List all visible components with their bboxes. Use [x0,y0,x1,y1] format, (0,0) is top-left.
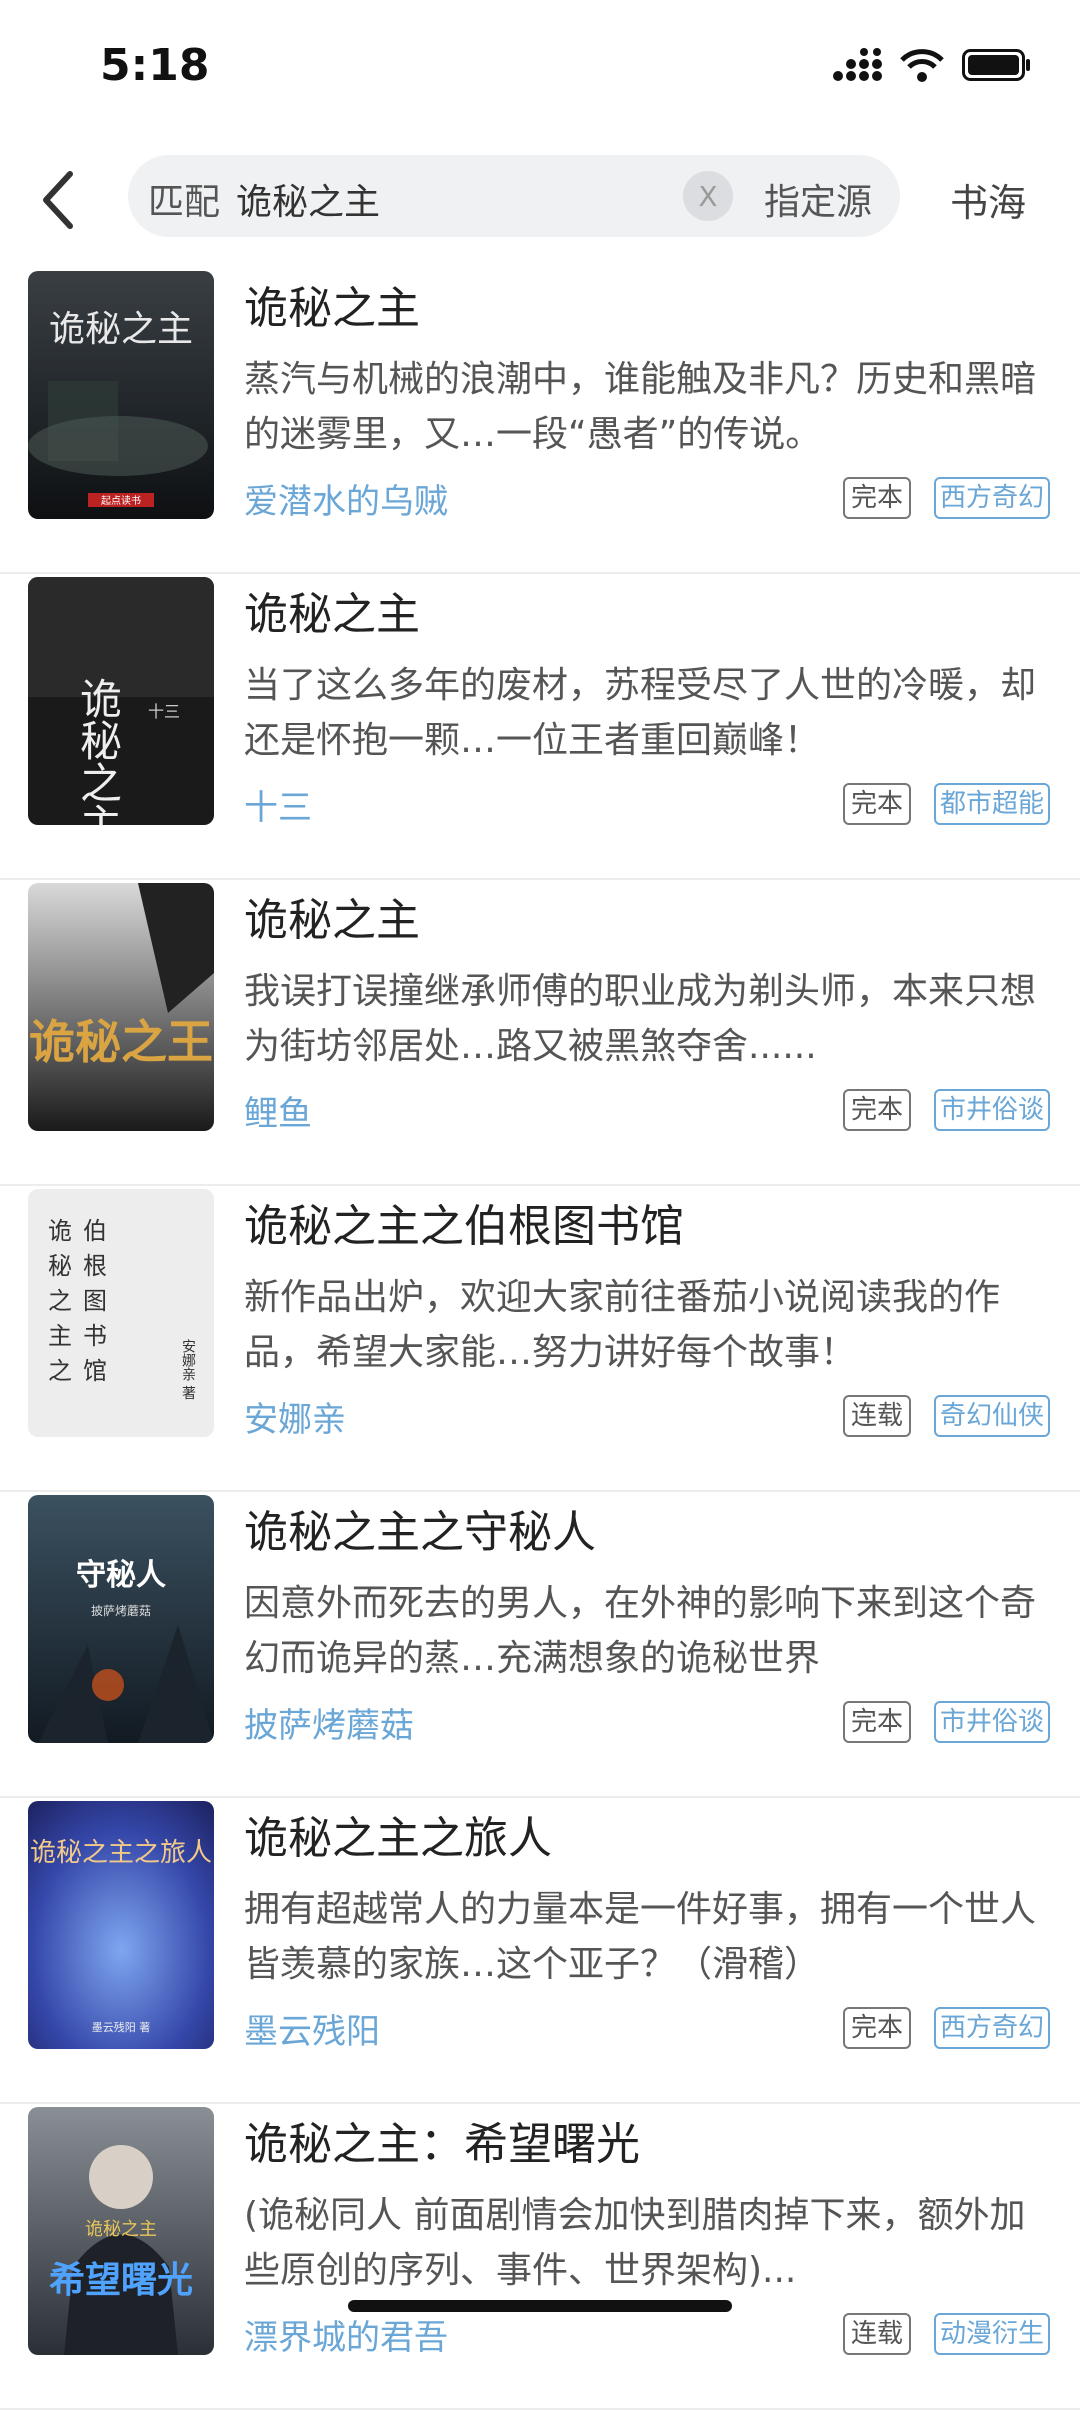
cover-title: 诡秘之主之旅人 [30,1838,212,1868]
book-title: 诡秘之主之守秘人 [244,1507,596,1558]
status-icons [832,48,1032,86]
book-item[interactable]: 诡秘之王 诡秘之主 我误打误撞继承师傅的职业成为剃头师，本来只想为街坊邻居处…路… [0,880,1080,1186]
book-description: 拥有超越常人的力量本是一件好事，拥有一个世人皆羡慕的家族…这个亚子？（滑稽） [244,1889,1037,1985]
cover-series: 诡秘之主 [85,2219,157,2240]
book-item[interactable]: 守秘人 披萨烤蘑菇 诡秘之主之守秘人 因意外而死去的男人，在外神的影响下来到这个… [0,1492,1080,1798]
book-author[interactable]: 披萨烤蘑菇 [244,1698,414,1747]
status-bar: 5:18 [0,0,1080,130]
status-badge: 连载 [843,1395,912,1437]
search-match-prefix: 匹配 [148,182,221,223]
book-title: 诡秘之主 [244,283,420,334]
book-description: 当了这么多年的废材，苏程受尽了人世的冷暖，却还是怀抱一颗…一位王者重回巅峰！ [244,665,1037,761]
specify-source-button[interactable]: 指定源 [764,173,872,225]
book-cover: 守秘人 披萨烤蘑菇 [28,1495,214,1743]
cover-title: 守秘人 [76,1558,166,1593]
cover-author: 墨云残阳 著 [92,2020,151,2034]
svg-text:书: 书 [83,1322,107,1350]
book-author[interactable]: 墨云残阳 [244,2004,380,2053]
book-item[interactable]: 诡秘之主之旅人 墨云残阳 著 诡秘之主之旅人 拥有超越常人的力量本是一件好事，拥… [0,1798,1080,2104]
cover-title: 诡秘之主 [74,677,123,825]
genre-badge: 都市超能 [934,783,1051,825]
status-badge: 完本 [843,1701,912,1743]
cover-author: 安娜亲 著 [180,1339,196,1400]
genre-badge: 市井俗谈 [934,1701,1051,1743]
svg-text:秘: 秘 [48,1252,72,1280]
book-title: 诡秘之主 [244,589,420,640]
book-description: 新作品出炉，欢迎大家前往番茄小说阅读我的作品，希望大家能…努力讲好每个故事！ [244,1277,1001,1373]
wifi-icon [900,48,944,86]
status-time: 5:18 [100,40,210,91]
search-header: 匹配 诡秘之主 X 指定源 书海 [0,150,1080,250]
status-badge: 连载 [843,2313,912,2355]
book-author[interactable]: 爱潜水的乌贼 [244,474,448,523]
search-input[interactable]: 匹配 诡秘之主 X 指定源 [128,155,900,237]
book-cover: 诡秘之主 希望曙光 [28,2107,214,2355]
cover-publisher: 起点读书 [101,494,141,507]
cover-title: 诡秘之王 [29,1015,213,1069]
book-title: 诡秘之主 [244,895,420,946]
book-title: 诡秘之主之伯根图书馆 [244,1201,684,1252]
book-item[interactable]: 诡秘之主 起点读书 诡秘之主 蒸汽与机械的浪潮中，谁能触及非凡？历史和黑暗的迷雾… [0,268,1080,574]
book-title: 诡秘之主：希望曙光 [244,2119,640,2170]
genre-badge: 西方奇幻 [934,2007,1051,2049]
book-author[interactable]: 安娜亲 [244,1392,346,1441]
book-description: 蒸汽与机械的浪潮中，谁能触及非凡？历史和黑暗的迷雾里，又…一段“愚者”的传说。 [244,359,1037,455]
home-indicator[interactable] [348,2300,732,2312]
book-cover: 诡秘之主 起点读书 [28,271,214,519]
book-cover: 诡秘之主之旅人 墨云残阳 著 [28,1801,214,2049]
signal-icon [832,48,882,86]
book-author[interactable]: 鲤鱼 [244,1086,312,1135]
book-author[interactable]: 十三 [244,780,312,829]
book-cover: 诡秘之王 [28,883,214,1131]
svg-text:诡: 诡 [48,1217,72,1245]
book-item[interactable]: 诡秘之主 希望曙光 诡秘之主：希望曙光 (诡秘同人 前面剧情会加快到腊肉掉下来，… [0,2104,1080,2410]
book-cover: 诡秘之主 十三 [28,577,214,825]
cover-author: 披萨烤蘑菇 [91,1603,151,1618]
book-cover: 诡秘之主之 伯根图书馆 安娜亲 著 [28,1189,214,1437]
book-description: (诡秘同人 前面剧情会加快到腊肉掉下来，额外加些原创的序列、事件、世界架构)..… [244,2195,1026,2291]
svg-text:伯: 伯 [83,1217,107,1245]
cover-author: 十三 [148,702,180,721]
svg-text:之: 之 [48,1357,72,1385]
svg-text:馆: 馆 [83,1357,107,1385]
search-query-text: 匹配 诡秘之主 [148,173,380,225]
cover-title: 希望曙光 [49,2259,193,2301]
cover-title: 诡秘之主 [49,309,193,350]
genre-badge: 西方奇幻 [934,477,1051,519]
status-badge: 完本 [843,2007,912,2049]
book-description: 我误打误撞继承师傅的职业成为剃头师，本来只想为街坊邻居处…路又被黑煞夺舍....… [244,971,1037,1067]
book-author[interactable]: 漂界城的君吾 [244,2310,448,2359]
book-list: 诡秘之主 起点读书 诡秘之主 蒸汽与机械的浪潮中，谁能触及非凡？历史和黑暗的迷雾… [0,268,1080,2410]
book-title: 诡秘之主之旅人 [244,1813,552,1864]
svg-text:图: 图 [83,1287,107,1315]
status-badge: 完本 [843,783,912,825]
search-query: 诡秘之主 [236,182,381,223]
book-description: 因意外而死去的男人，在外神的影响下来到这个奇幻而诡异的蒸…充满想象的诡秘世界 [244,1583,1037,1679]
clear-search-button[interactable]: X [683,171,733,221]
genre-badge: 动漫衍生 [934,2313,1051,2355]
status-badge: 完本 [843,1089,912,1131]
svg-text:根: 根 [83,1252,107,1280]
book-item[interactable]: 诡秘之主 十三 诡秘之主 当了这么多年的废材，苏程受尽了人世的冷暖，却还是怀抱一… [0,574,1080,880]
genre-badge: 市井俗谈 [934,1089,1051,1131]
status-badge: 完本 [843,477,912,519]
battery-icon [962,48,1032,86]
chevron-left-icon [43,171,73,229]
back-button[interactable] [28,160,88,240]
svg-text:之: 之 [48,1287,72,1315]
genre-badge: 奇幻仙侠 [934,1395,1051,1437]
shuhai-button[interactable]: 书海 [950,172,1026,227]
svg-text:主: 主 [48,1322,72,1350]
book-item[interactable]: 诡秘之主之 伯根图书馆 安娜亲 著 诡秘之主之伯根图书馆 新作品出炉，欢迎大家前… [0,1186,1080,1492]
